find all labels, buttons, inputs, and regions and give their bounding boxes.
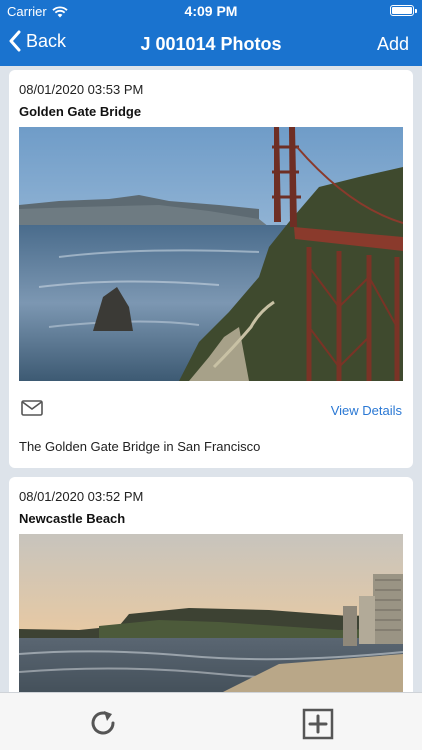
- battery-icon: [390, 5, 417, 16]
- photo-title: Newcastle Beach: [19, 511, 126, 526]
- view-details-link[interactable]: View Details: [331, 403, 402, 418]
- photo-title: Golden Gate Bridge: [19, 104, 142, 119]
- add-button[interactable]: Add: [377, 34, 409, 55]
- photo-card: 08/01/2020 03:52 PM Newcastle Beach: [9, 477, 413, 692]
- photo-list[interactable]: 08/01/2020 03:53 PM Golden Gate Bridge V…: [0, 66, 422, 692]
- photo-date: 08/01/2020 03:53 PM: [19, 82, 144, 97]
- photo-date: 08/01/2020 03:52 PM: [19, 489, 144, 504]
- bottom-toolbar: [0, 692, 422, 750]
- photo-description: The Golden Gate Bridge in San Francisco: [19, 439, 261, 454]
- mail-icon[interactable]: [21, 400, 43, 416]
- navigation-bar: Back J 001014 Photos Add: [0, 22, 422, 66]
- photo-image[interactable]: [19, 127, 403, 381]
- photo-card: 08/01/2020 03:53 PM Golden Gate Bridge V…: [9, 70, 413, 468]
- plus-square-icon[interactable]: [302, 708, 334, 740]
- photo-image[interactable]: [19, 534, 403, 692]
- status-time: 4:09 PM: [184, 3, 238, 19]
- status-bar: Carrier 4:09 PM: [0, 0, 422, 22]
- page-title: J 001014 Photos: [140, 34, 282, 54]
- refresh-icon[interactable]: [88, 708, 118, 738]
